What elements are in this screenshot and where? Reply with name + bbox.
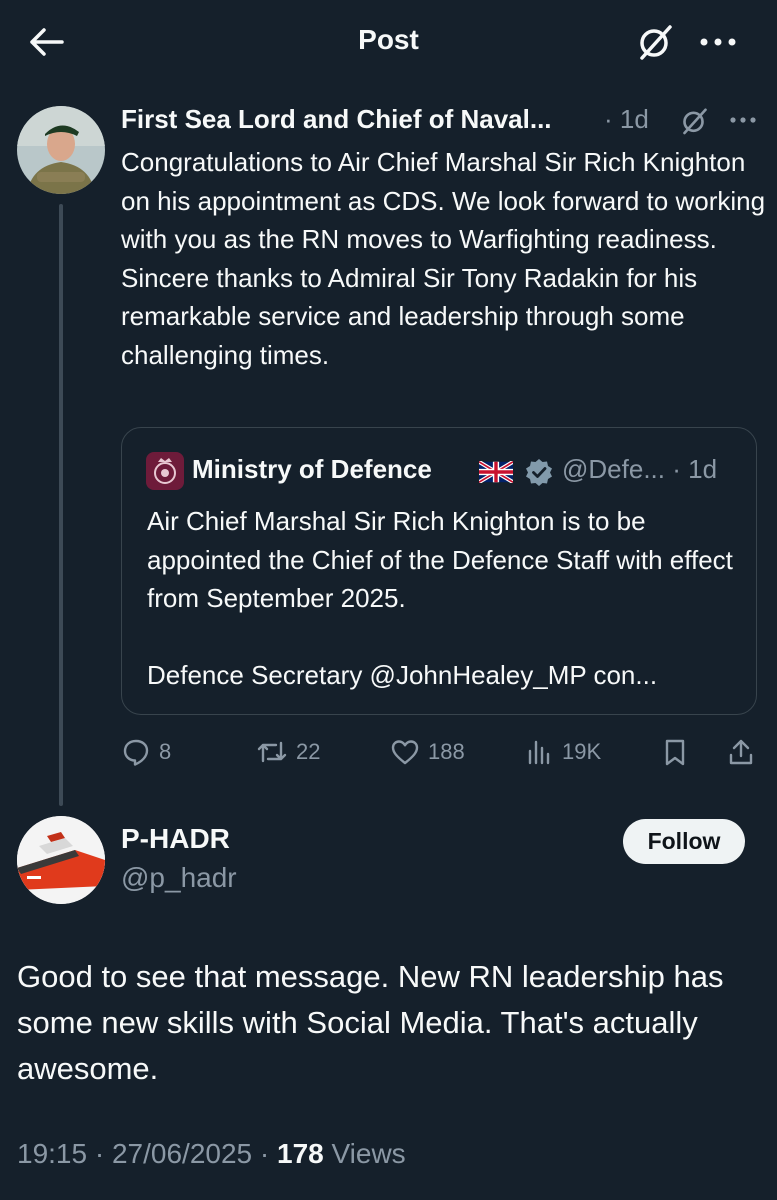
grok-icon [683,108,707,135]
reply-icon [123,739,149,766]
post-text: Congratulations to Air Chief Marshal Sir… [121,147,766,370]
ship-avatar-image [17,816,105,904]
views-button[interactable]: 19K [524,734,601,770]
grok-button[interactable] [636,22,676,62]
post-time[interactable]: · 1d [604,104,649,135]
quote-text: Air Chief Marshal Sir Rich Knighton is t… [147,502,737,695]
crest-icon [154,458,176,484]
reply-author-name[interactable]: P-HADR [121,823,230,855]
quote-spacer [147,618,737,657]
reply-avatar[interactable] [17,816,105,904]
quote-author-name: Ministry of Defence [192,454,432,484]
bookmark-button[interactable] [660,734,698,770]
grok-icon [640,25,672,60]
meta-views-count: 178 [277,1138,324,1169]
share-icon [729,739,753,765]
meta-date[interactable]: 27/06/2025 [112,1138,252,1169]
quote-handle: @Defe... · 1d [562,454,717,485]
bookmark-icon [665,739,685,766]
analytics-icon [528,740,550,765]
reply-count: 8 [159,739,172,764]
follow-button[interactable]: Follow [623,819,745,864]
quote-text-line1: Air Chief Marshal Sir Rich Knighton is t… [147,506,733,613]
separator: · [94,1138,105,1169]
like-button[interactable]: 188 [390,734,465,770]
post-more-button[interactable] [728,110,758,130]
repost-button[interactable]: 22 [256,734,320,770]
separator: · [672,454,681,484]
avatar-photo [17,106,105,194]
repost-count: 22 [296,739,321,764]
grok-post-button[interactable] [680,106,710,136]
reply-text: Good to see that message. New RN leaders… [17,959,724,1086]
post-meta: 19:15 · 27/06/2025 · 178 Views [17,1138,406,1170]
like-count: 188 [428,739,465,764]
thread-line [59,204,63,806]
avatar[interactable] [17,106,105,194]
meta-time[interactable]: 19:15 [17,1138,87,1169]
quote-avatar [146,452,184,490]
more-options-button[interactable] [698,28,738,56]
more-icon [700,38,736,46]
views-count: 19K [562,739,602,764]
separator: · [604,104,613,134]
separator: · [259,1138,270,1169]
heart-icon [391,740,419,765]
share-button[interactable] [726,734,764,770]
reply-button[interactable]: 8 [121,734,171,770]
more-icon [730,117,756,123]
quote-handle-text: @Defe... [562,454,665,484]
author-name[interactable]: First Sea Lord and Chief of Naval... [121,104,552,135]
reply-handle[interactable]: @p_hadr [121,862,237,894]
repost-icon [257,741,287,763]
time-text: 1d [619,104,649,134]
quote-text-line2: Defence Secretary @JohnHealey_MP con... [147,660,658,690]
meta-views-label: Views [331,1138,406,1169]
uk-flag-icon [477,460,515,484]
quote-time: 1d [688,454,718,484]
verified-badge-icon [524,457,554,487]
